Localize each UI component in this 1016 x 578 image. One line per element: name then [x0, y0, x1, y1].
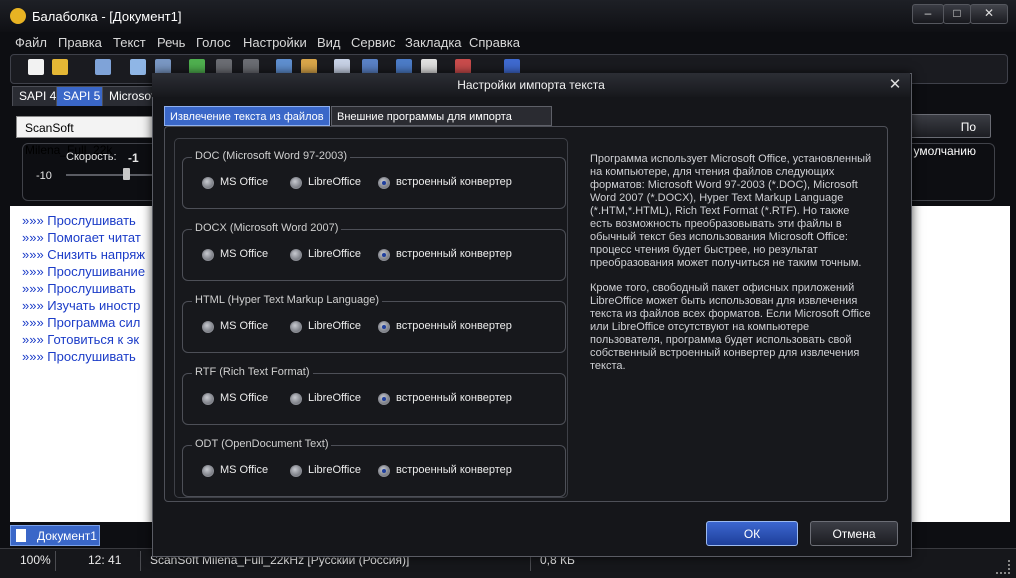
radio-odt-libreoffice[interactable] — [290, 465, 302, 477]
app-logo-icon — [10, 8, 26, 24]
status-separator — [140, 551, 141, 571]
group-rtf-title: RTF (Rich Text Format) — [192, 366, 313, 378]
group-doc-title: DOC (Microsoft Word 97-2003) — [192, 150, 351, 162]
menu-help[interactable]: Справка — [469, 35, 520, 50]
menu-settings[interactable]: Настройки — [243, 35, 307, 50]
radio-html-builtin-label[interactable]: встроенный конвертер — [396, 320, 512, 332]
radio-docx-msoffice-label[interactable]: MS Office — [220, 248, 268, 260]
dialog-close-icon[interactable]: ✕ — [885, 76, 905, 94]
radio-rtf-msoffice-label[interactable]: MS Office — [220, 392, 268, 404]
menu-file[interactable]: Файл — [15, 35, 47, 50]
radio-doc-builtin[interactable] — [378, 177, 390, 189]
save-audio-icon[interactable] — [130, 59, 146, 75]
list-item[interactable]: »»» Прослушивать — [22, 281, 136, 296]
resize-grip-icon[interactable] — [996, 560, 1010, 574]
list-item[interactable]: »»» Прослушивание — [22, 264, 145, 279]
window-title: Балаболка - [Документ1] — [32, 9, 182, 24]
radio-html-msoffice[interactable] — [202, 321, 214, 333]
new-document-icon[interactable] — [28, 59, 44, 75]
info-paragraph-1: Программа использует Microsoft Office, у… — [590, 153, 872, 269]
list-item[interactable]: »»» Изучать иностр — [22, 298, 140, 313]
radio-doc-libreoffice-label[interactable]: LibreOffice — [308, 176, 361, 188]
menu-bookmark[interactable]: Закладка — [405, 35, 462, 50]
menu-edit[interactable]: Правка — [58, 35, 102, 50]
voice-select[interactable]: ScanSoft Milena_Full_22k — [16, 116, 156, 157]
group-odt-title: ODT (OpenDocument Text) — [192, 438, 332, 450]
speed-slider-track[interactable] — [66, 174, 156, 176]
radio-rtf-msoffice[interactable] — [202, 393, 214, 405]
speed-label: Скорость: — [66, 151, 117, 163]
ok-button[interactable]: ОК — [706, 521, 798, 546]
list-item[interactable]: »»» Программа сил — [22, 315, 140, 330]
radio-docx-msoffice[interactable] — [202, 249, 214, 261]
speed-slider-thumb[interactable] — [123, 168, 130, 180]
radio-odt-libreoffice-label[interactable]: LibreOffice — [308, 464, 361, 476]
cancel-button[interactable]: Отмена — [810, 521, 898, 546]
info-text: Программа использует Microsoft Office, у… — [590, 153, 872, 385]
radio-docx-libreoffice[interactable] — [290, 249, 302, 261]
radio-odt-builtin-label[interactable]: встроенный конвертер — [396, 464, 512, 476]
radio-rtf-libreoffice-label[interactable]: LibreOffice — [308, 392, 361, 404]
radio-rtf-builtin[interactable] — [378, 393, 390, 405]
radio-doc-libreoffice[interactable] — [290, 177, 302, 189]
radio-html-msoffice-label[interactable]: MS Office — [220, 320, 268, 332]
radio-html-libreoffice[interactable] — [290, 321, 302, 333]
radio-odt-builtin[interactable] — [378, 465, 390, 477]
radio-doc-builtin-label[interactable]: встроенный конвертер — [396, 176, 512, 188]
group-html-title: HTML (Hyper Text Markup Language) — [192, 294, 383, 306]
info-paragraph-2: Кроме того, свободный пакет офисных прил… — [590, 282, 871, 372]
menu-voice[interactable]: Голос — [196, 35, 231, 50]
document-icon — [16, 529, 26, 542]
menu-service[interactable]: Сервис — [351, 35, 396, 50]
radio-docx-builtin-label[interactable]: встроенный конвертер — [396, 248, 512, 260]
list-item[interactable]: »»» Помогает читат — [22, 230, 141, 245]
menu-speech[interactable]: Речь — [157, 35, 185, 50]
menu-text[interactable]: Текст — [113, 35, 146, 50]
radio-docx-builtin[interactable] — [378, 249, 390, 261]
radio-doc-msoffice-label[interactable]: MS Office — [220, 176, 268, 188]
minimize-button[interactable]: ‒ — [912, 4, 944, 24]
tab-extract-text[interactable]: Извлечение текста из файлов — [164, 106, 330, 126]
radio-docx-libreoffice-label[interactable]: LibreOffice — [308, 248, 361, 260]
speed-min-label: -10 — [36, 170, 52, 182]
radio-rtf-libreoffice[interactable] — [290, 393, 302, 405]
group-docx-title: DOCX (Microsoft Word 2007) — [192, 222, 342, 234]
tab-external-programs[interactable]: Внешние программы для импорта текста — [331, 106, 552, 143]
status-position: 12: 41 — [88, 553, 122, 567]
menu-view[interactable]: Вид — [317, 35, 341, 50]
radio-html-libreoffice-label[interactable]: LibreOffice — [308, 320, 361, 332]
open-folder-icon[interactable] — [52, 59, 68, 75]
dialog-title: Настройки импорта текста — [457, 78, 605, 92]
radio-odt-msoffice-label[interactable]: MS Office — [220, 464, 268, 476]
status-separator — [55, 551, 56, 571]
list-item[interactable]: »»» Снизить напряж — [22, 247, 145, 262]
status-zoom: 100% — [20, 553, 51, 567]
radio-html-builtin[interactable] — [378, 321, 390, 333]
list-item[interactable]: »»» Прослушивать — [22, 213, 136, 228]
maximize-button[interactable]: □ — [943, 4, 971, 24]
speed-value: -1 — [128, 151, 139, 165]
default-button[interactable]: По умолчанию — [903, 114, 991, 158]
close-window-button[interactable]: ✕ — [970, 4, 1008, 24]
tab-sapi5[interactable]: SAPI 5 — [56, 86, 108, 106]
radio-odt-msoffice[interactable] — [202, 465, 214, 477]
list-item[interactable]: »»» Прослушивать — [22, 349, 136, 364]
radio-rtf-builtin-label[interactable]: встроенный конвертер — [396, 392, 512, 404]
right-settings-panel — [903, 143, 995, 201]
radio-doc-msoffice[interactable] — [202, 177, 214, 189]
list-item[interactable]: »»» Готовиться к эк — [22, 332, 139, 347]
save-icon[interactable] — [95, 59, 111, 75]
